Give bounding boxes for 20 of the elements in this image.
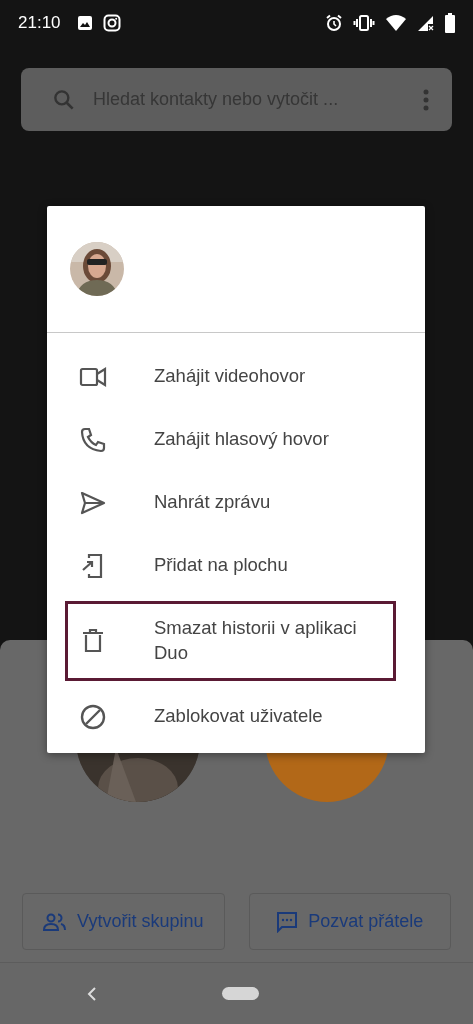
block-icon (79, 702, 107, 731)
menu-item[interactable]: Nahrát zprávu (65, 471, 396, 534)
menu-item[interactable]: Smazat historii v aplikaci Duo (65, 601, 396, 681)
status-time: 21:10 (18, 12, 61, 33)
menu-item[interactable]: Přidat na plochu (65, 534, 396, 597)
home-handle[interactable] (222, 987, 259, 1000)
more-icon[interactable] (422, 87, 430, 112)
wifi-icon (385, 13, 407, 32)
back-icon[interactable] (86, 985, 98, 1002)
vibrate-icon (353, 13, 375, 32)
image-icon (76, 14, 93, 31)
menu-item[interactable]: Zahájit hlasový hovor (65, 408, 396, 471)
camera-icon (102, 13, 121, 32)
alarm-icon (325, 13, 343, 32)
battery-icon (445, 12, 455, 33)
phone-icon (79, 425, 107, 454)
menu-item[interactable]: Zahájit videohovor (65, 345, 396, 408)
people-icon (43, 911, 68, 932)
menu-item[interactable]: Zablokovat uživatele (65, 685, 396, 748)
message-icon (276, 910, 299, 933)
